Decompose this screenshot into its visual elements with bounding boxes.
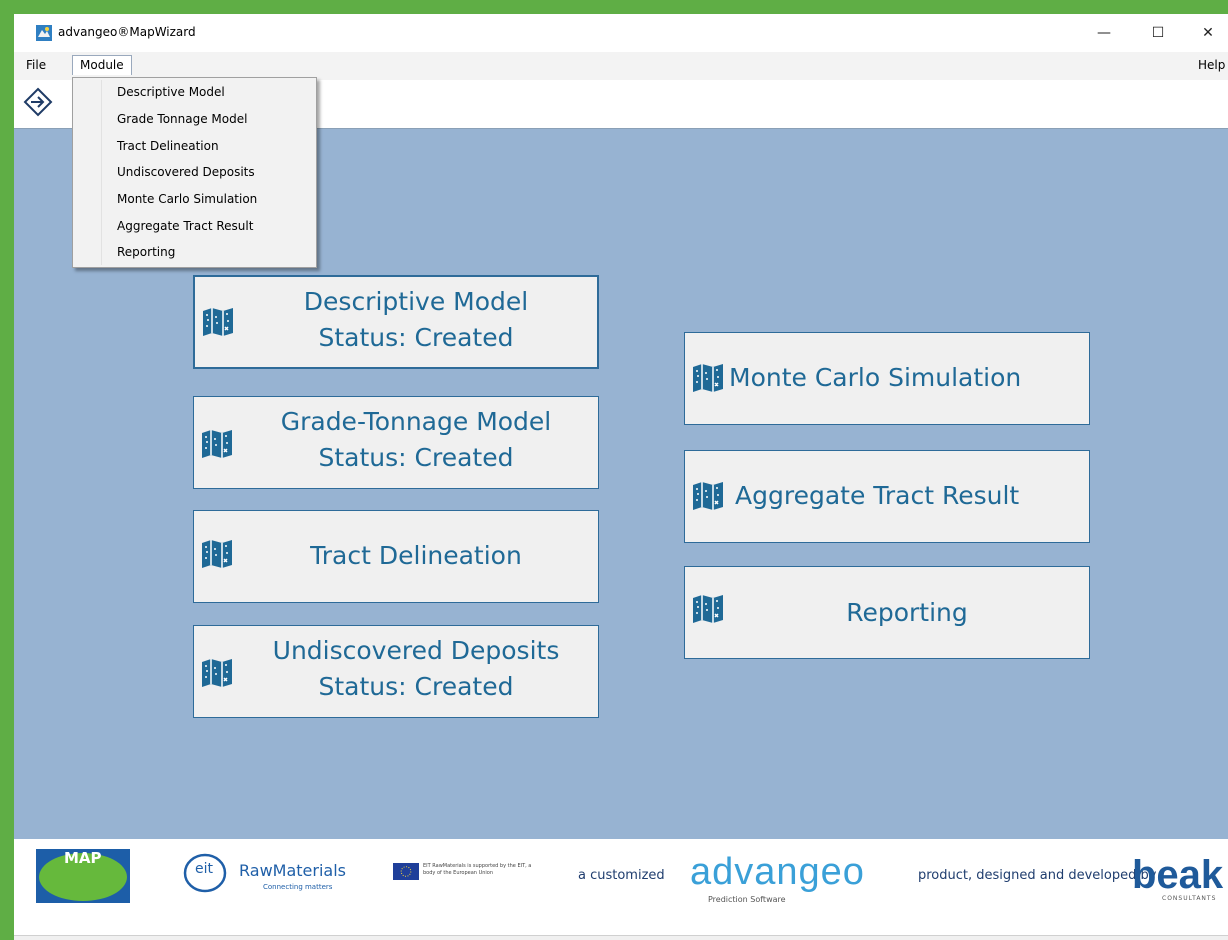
menu-item-monte-carlo-simulation[interactable]: Monte Carlo Simulation <box>117 192 257 206</box>
module-title: Descriptive Model <box>303 287 529 316</box>
map-logo-text: MAP <box>64 849 102 867</box>
menu-item-reporting[interactable]: Reporting <box>117 245 175 259</box>
menu-item-undiscovered-deposits[interactable]: Undiscovered Deposits <box>117 165 255 179</box>
eit-logo-block: eit RawMaterials Connecting matters EIT … <box>179 843 538 905</box>
footer: MAP eit RawMaterials Connecting matters … <box>14 839 1228 935</box>
module-status: Status: Created <box>318 443 514 472</box>
map-icon <box>203 308 233 336</box>
status-bar <box>14 935 1228 940</box>
map-icon <box>693 595 723 623</box>
title-bar: advangeo®MapWizard — ☐ ✕ <box>14 14 1228 52</box>
map-icon <box>693 482 723 510</box>
menu-item-tract-delineation[interactable]: Tract Delineation <box>117 139 219 153</box>
map-icon <box>693 364 723 392</box>
close-button[interactable]: ✕ <box>1188 20 1228 46</box>
grade-tonnage-model-button[interactable]: Grade-Tonnage Model Status: Created <box>193 396 599 489</box>
module-title: Grade-Tonnage Model <box>280 407 552 436</box>
map-icon <box>202 540 232 568</box>
raw-materials-text: RawMaterials <box>239 861 346 880</box>
prediction-software-text: Prediction Software <box>708 895 786 904</box>
module-status: Status: Created <box>318 323 514 352</box>
module-title: Reporting <box>846 598 968 627</box>
app-icon <box>36 25 52 41</box>
module-title: Monte Carlo Simulation <box>729 363 1022 392</box>
app-window: advangeo®MapWizard — ☐ ✕ File Module Hel… <box>14 14 1228 940</box>
menu-item-grade-tonnage-model[interactable]: Grade Tonnage Model <box>117 112 247 126</box>
tract-delineation-button[interactable]: Tract Delineation <box>193 510 599 603</box>
undiscovered-deposits-button[interactable]: Undiscovered Deposits Status: Created <box>193 625 599 718</box>
module-title: Aggregate Tract Result <box>735 481 1020 510</box>
monte-carlo-simulation-button[interactable]: Monte Carlo Simulation <box>684 332 1090 425</box>
descriptive-model-button[interactable]: Descriptive Model Status: Created <box>193 275 599 369</box>
beak-logo: beak <box>1132 853 1224 897</box>
module-title: Undiscovered Deposits <box>272 636 560 665</box>
enter-icon[interactable] <box>22 86 54 118</box>
menu-file[interactable]: File <box>22 57 50 73</box>
eu-flag-icon <box>393 863 419 880</box>
advangeo-logo: advangeo <box>690 851 865 893</box>
map-logo: MAP <box>36 849 130 903</box>
reporting-button[interactable]: Reporting <box>684 566 1090 659</box>
beak-consultants-text: CONSULTANTS <box>1162 895 1217 902</box>
maximize-button[interactable]: ☐ <box>1138 20 1178 46</box>
map-icon <box>202 659 232 687</box>
menu-module[interactable]: Module <box>72 55 132 75</box>
menu-item-descriptive-model[interactable]: Descriptive Model <box>117 85 225 99</box>
minimize-button[interactable]: — <box>1084 20 1124 46</box>
menu-help[interactable]: Help <box>1194 57 1228 73</box>
module-status: Status: Created <box>318 672 514 701</box>
menu-item-aggregate-tract-result[interactable]: Aggregate Tract Result <box>117 219 253 233</box>
aggregate-tract-result-button[interactable]: Aggregate Tract Result <box>684 450 1090 543</box>
module-dropdown-menu: Descriptive Model Grade Tonnage Model Tr… <box>72 77 317 268</box>
window-title: advangeo®MapWizard <box>58 25 196 39</box>
eit-text: eit <box>195 861 213 877</box>
credit-suffix: product, designed and developed by <box>918 868 1157 883</box>
map-icon <box>202 430 232 458</box>
eu-note-text: EIT RawMaterials is supported by the EIT… <box>423 863 532 876</box>
connecting-matters-text: Connecting matters <box>263 883 333 891</box>
menu-gutter <box>101 80 102 265</box>
menu-bar: File Module Help <box>14 52 1228 80</box>
module-title: Tract Delineation <box>310 541 522 570</box>
credit-prefix: a customized <box>578 868 665 883</box>
